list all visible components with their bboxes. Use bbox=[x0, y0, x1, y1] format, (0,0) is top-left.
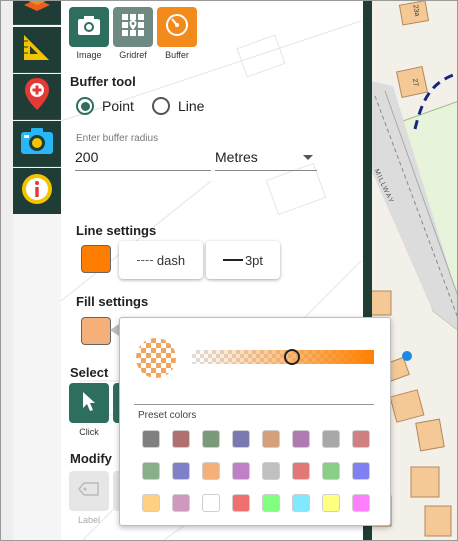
modify-title: Modify bbox=[70, 451, 112, 466]
color-picker-popup: Preset colors bbox=[119, 317, 391, 526]
preset-color-swatch[interactable] bbox=[352, 430, 370, 448]
map-label-27: 27 bbox=[410, 78, 420, 87]
line-color-swatch[interactable] bbox=[81, 245, 111, 273]
layers-button[interactable] bbox=[13, 1, 61, 25]
dash-line-icon bbox=[136, 259, 153, 261]
buffer-tool-title: Buffer tool bbox=[70, 74, 136, 89]
preset-color-swatch[interactable] bbox=[172, 430, 190, 448]
preset-color-swatch[interactable] bbox=[142, 462, 160, 480]
fill-settings-title: Fill settings bbox=[76, 294, 149, 309]
preset-color-swatch[interactable] bbox=[172, 494, 190, 512]
buffer-icon bbox=[164, 12, 190, 43]
popup-divider bbox=[134, 404, 374, 405]
ruler-icon bbox=[21, 31, 53, 68]
solid-line-icon bbox=[222, 259, 243, 261]
line-settings-title: Line settings bbox=[76, 223, 157, 238]
preset-color-swatch[interactable] bbox=[352, 462, 370, 480]
info-button[interactable] bbox=[13, 168, 61, 214]
pointer-icon bbox=[80, 390, 98, 417]
preset-color-swatch[interactable] bbox=[322, 494, 340, 512]
image-tool-label: Image bbox=[76, 50, 102, 60]
click-select-button[interactable] bbox=[69, 383, 109, 423]
click-label: Click bbox=[79, 427, 99, 437]
preset-color-swatch[interactable] bbox=[202, 494, 220, 512]
buffer-tool-label: Buffer bbox=[165, 50, 189, 60]
chevron-down-icon bbox=[303, 155, 313, 160]
preset-color-swatch[interactable] bbox=[262, 462, 280, 480]
image-tool-button[interactable]: + bbox=[69, 7, 109, 47]
preset-color-swatch[interactable] bbox=[232, 494, 250, 512]
preset-color-swatch[interactable] bbox=[262, 430, 280, 448]
location-pin-icon bbox=[24, 77, 50, 116]
grid-pin-icon bbox=[121, 13, 145, 42]
opacity-slider-fill bbox=[192, 350, 374, 364]
location-button[interactable] bbox=[13, 74, 61, 120]
preset-color-swatch[interactable] bbox=[292, 494, 310, 512]
photo-button[interactable] bbox=[13, 121, 61, 167]
preset-color-swatch[interactable] bbox=[202, 430, 220, 448]
buffer-tool-button[interactable] bbox=[157, 7, 197, 47]
preset-color-swatch[interactable] bbox=[142, 494, 160, 512]
preset-color-swatch[interactable] bbox=[292, 430, 310, 448]
line-radio-circle[interactable] bbox=[152, 97, 170, 115]
gridref-tool-label: Gridref bbox=[119, 50, 147, 60]
rail-edge bbox=[1, 1, 13, 540]
line-width-button[interactable]: 3pt bbox=[206, 241, 280, 279]
gridref-tool-button[interactable] bbox=[113, 7, 153, 47]
label-modify-label: Label bbox=[77, 515, 101, 525]
popup-arrow bbox=[110, 324, 119, 336]
point-radio-label: Point bbox=[102, 98, 134, 114]
point-radio[interactable]: Point bbox=[76, 97, 134, 115]
color-preview bbox=[136, 338, 176, 378]
buffer-radius-label: Enter buffer radius bbox=[76, 133, 159, 144]
opacity-slider-thumb[interactable] bbox=[284, 349, 301, 365]
preset-color-swatch[interactable] bbox=[232, 462, 250, 480]
dash-label: dash bbox=[156, 252, 186, 268]
svg-text:+: + bbox=[96, 14, 101, 22]
width-label: 3pt bbox=[244, 252, 264, 268]
preset-color-swatch[interactable] bbox=[202, 462, 220, 480]
buffer-radius-input[interactable]: 200 bbox=[75, 149, 211, 171]
app-frame: 23a 27 MILLWAY + Image Gridref Buffer Bu… bbox=[0, 0, 458, 541]
preset-colors-title: Preset colors bbox=[138, 410, 197, 421]
camera-icon bbox=[20, 127, 54, 160]
preset-color-swatch[interactable] bbox=[142, 430, 160, 448]
preset-color-swatch[interactable] bbox=[322, 430, 340, 448]
preset-color-swatch[interactable] bbox=[262, 494, 280, 512]
label-modify-button[interactable] bbox=[69, 471, 109, 511]
preset-color-swatch[interactable] bbox=[232, 430, 250, 448]
layers-icon bbox=[22, 1, 52, 18]
line-radio[interactable]: Line bbox=[152, 97, 204, 115]
preset-color-swatch[interactable] bbox=[292, 462, 310, 480]
tag-icon bbox=[78, 481, 100, 502]
preset-color-swatch[interactable] bbox=[352, 494, 370, 512]
point-radio-circle[interactable] bbox=[76, 97, 94, 115]
opacity-slider[interactable] bbox=[192, 349, 374, 365]
line-dash-button[interactable]: dash bbox=[119, 241, 203, 279]
fill-color-swatch[interactable] bbox=[81, 317, 111, 345]
icon-rail bbox=[13, 1, 61, 540]
info-icon bbox=[21, 173, 53, 210]
preset-color-swatch[interactable] bbox=[322, 462, 340, 480]
buffer-radius-value: 200 bbox=[75, 149, 99, 165]
measure-button[interactable] bbox=[13, 27, 61, 73]
unit-select-value: Metres bbox=[215, 149, 258, 165]
select-title: Select bbox=[70, 365, 109, 380]
camera-plus-icon: + bbox=[77, 13, 101, 41]
preset-color-swatch[interactable] bbox=[172, 462, 190, 480]
line-radio-label: Line bbox=[178, 98, 205, 114]
unit-select[interactable]: Metres bbox=[215, 149, 317, 171]
